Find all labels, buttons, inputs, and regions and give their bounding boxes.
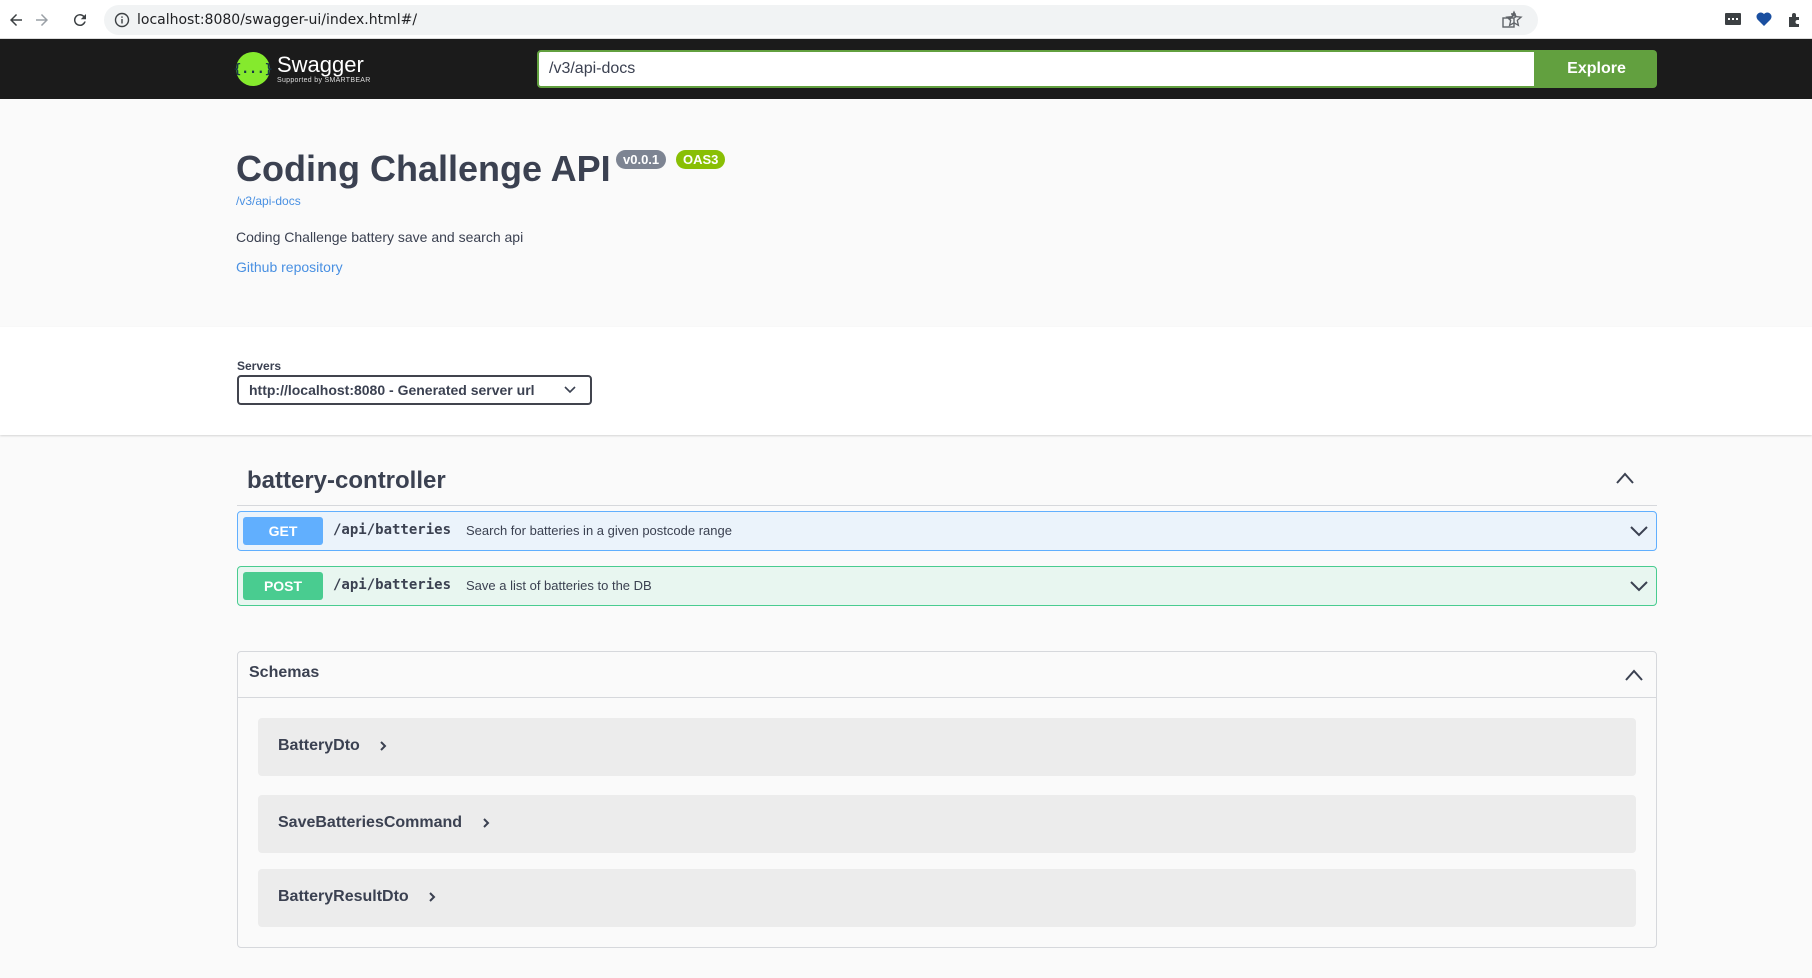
version-badge: v0.0.1 [616,150,667,169]
chevron-up-icon[interactable] [1624,668,1644,682]
url-text: localhost:8080/swagger-ui/index.html#/ [137,12,418,28]
method-badge-post: POST [243,572,323,600]
server-select-value: http://localhost:8080 - Generated server… [249,382,535,398]
oas-badge: OAS3 [676,150,726,169]
address-bar[interactable]: localhost:8080/swagger-ui/index.html#/ [104,5,1538,35]
schemas-header[interactable]: Schemas [238,652,1656,698]
chevron-right-icon[interactable] [427,891,437,903]
schema-model-name: BatteryDto [278,737,360,754]
method-badge-get: GET [243,517,323,545]
schemas-section: Schemas BatteryDto SaveBatteriesCommand … [237,651,1657,948]
servers-label: Servers [237,359,282,373]
bookmark-star-icon[interactable] [1505,10,1523,28]
operation-path: /api/batteries [333,577,452,593]
operation-summary: Save a list of batteries to the DB [466,578,652,593]
extension-heart-icon[interactable] [1755,10,1773,28]
operation-summary: Search for batteries in a given postcode… [466,523,732,538]
operation-path: /api/batteries [333,522,452,538]
reload-icon[interactable] [68,8,92,32]
chevron-right-icon[interactable] [378,740,388,752]
site-info-icon[interactable] [114,12,130,28]
schema-model-name: BatteryResultDto [278,888,409,905]
operation-post-batteries[interactable]: POST /api/batteries Save a list of batte… [237,566,1657,606]
chevron-right-icon[interactable] [481,817,491,829]
info-section [0,99,1812,327]
chevron-down-icon [564,386,576,394]
schema-model-name: SaveBatteriesCommand [278,814,463,831]
explore-button[interactable]: Explore [1536,50,1657,88]
github-repository-link[interactable]: Github repository [236,259,343,275]
back-arrow-icon[interactable] [4,8,28,32]
server-select[interactable]: http://localhost:8080 - Generated server… [237,375,592,405]
swagger-logo-tagline: Supported by SMARTBEAR [277,77,371,84]
spec-url-input[interactable] [537,50,1536,88]
extension-terminal-icon[interactable] [1724,10,1742,28]
operation-get-batteries[interactable]: GET /api/batteries Search for batteries … [237,511,1657,551]
chevron-up-icon[interactable] [1615,471,1635,485]
extensions-puzzle-icon[interactable] [1786,10,1804,28]
schema-model-battery-result-dto[interactable]: BatteryResultDto [258,869,1636,927]
browser-toolbar: localhost:8080/swagger-ui/index.html#/ [0,0,1812,39]
schema-model-save-batteries-command[interactable]: SaveBatteriesCommand [258,795,1636,853]
swagger-logo[interactable]: {...} Swagger Supported by SMARTBEAR [233,49,371,89]
swagger-logo-icon: {...} [233,52,273,86]
forward-arrow-icon[interactable] [30,8,54,32]
schemas-title: Schemas [249,664,320,681]
spec-link[interactable]: /v3/api-docs [236,194,301,208]
page-title: Coding Challenge API [236,148,611,189]
api-description: Coding Challenge battery save and search… [236,229,524,245]
chevron-down-icon[interactable] [1630,525,1648,537]
schema-model-battery-dto[interactable]: BatteryDto [258,718,1636,776]
swagger-logo-text: Swagger [277,52,364,77]
chevron-down-icon[interactable] [1630,580,1648,592]
tag-header[interactable]: battery-controller [237,455,1657,506]
tag-name: battery-controller [247,467,446,494]
